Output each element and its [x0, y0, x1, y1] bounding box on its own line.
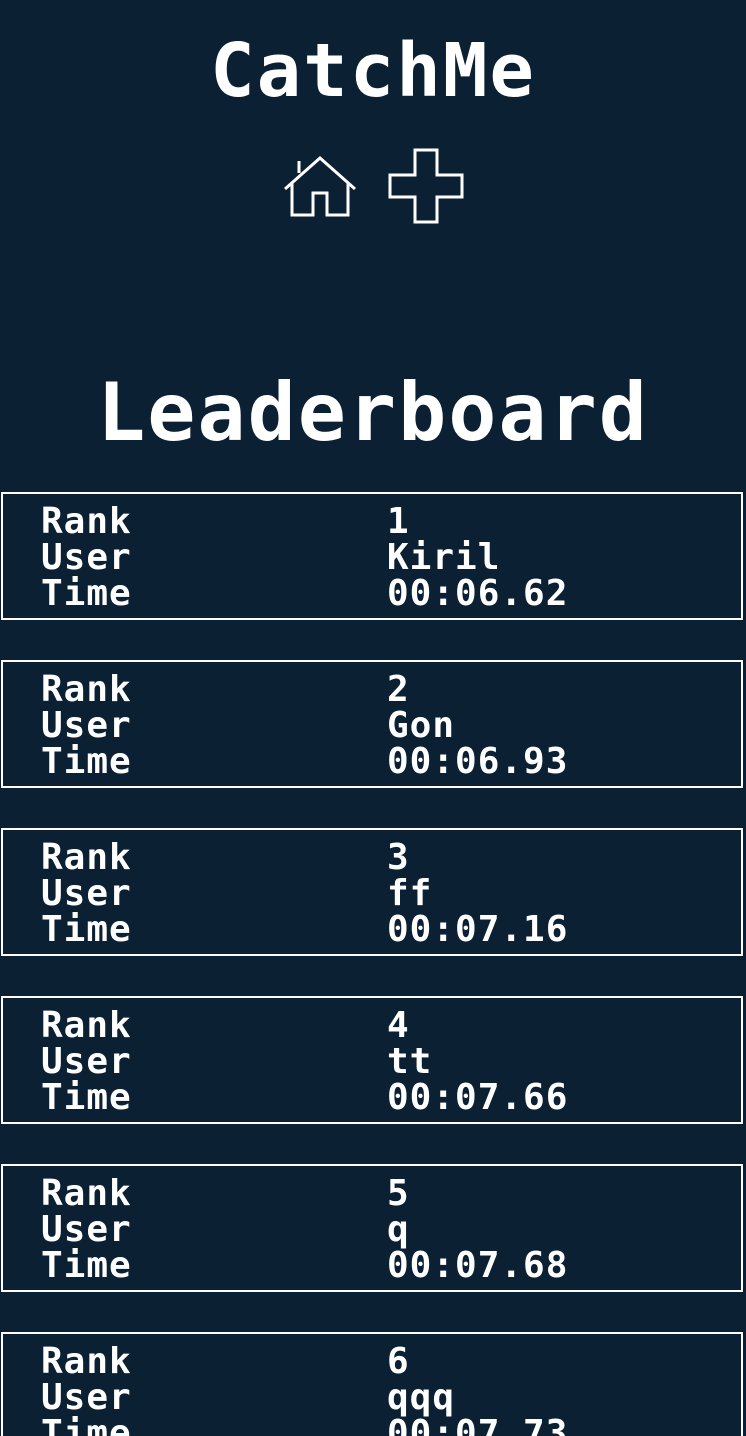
user-value: ff [387, 873, 433, 914]
rank-value: 2 [387, 669, 410, 710]
rank-value: 3 [387, 837, 410, 878]
rank-row: Rank 4 [3, 1008, 741, 1044]
time-value: 00:07.73 [387, 1413, 569, 1436]
user-row: User Kiril [3, 540, 741, 576]
user-value: q [387, 1209, 410, 1250]
time-row: Time 00:06.93 [3, 744, 741, 780]
time-label: Time [41, 909, 132, 950]
time-label: Time [41, 1245, 132, 1286]
leaderboard-entry: Rank 6 User qqq Time 00:07.73 [1, 1332, 743, 1436]
time-value: 00:06.93 [387, 741, 569, 782]
time-row: Time 00:07.73 [3, 1416, 741, 1436]
time-value: 00:06.62 [387, 573, 569, 614]
user-label: User [41, 873, 132, 914]
rank-value: 5 [387, 1173, 410, 1214]
time-row: Time 00:06.62 [3, 576, 741, 612]
rank-label: Rank [41, 837, 132, 878]
leaderboard-entry: Rank 1 User Kiril Time 00:06.62 [1, 492, 743, 620]
time-value: 00:07.16 [387, 909, 569, 950]
plus-icon [388, 148, 464, 224]
user-row: User tt [3, 1044, 741, 1080]
time-label: Time [41, 741, 132, 782]
page-title: Leaderboard [97, 366, 649, 459]
time-label: Time [41, 1077, 132, 1118]
rank-row: Rank 6 [3, 1344, 741, 1380]
leaderboard-page: CatchMe Leaderboard Rank 1 User Kiril Ti [0, 0, 746, 1436]
user-row: User Gon [3, 708, 741, 744]
time-row: Time 00:07.16 [3, 912, 741, 948]
home-icon [284, 155, 356, 217]
rank-value: 6 [387, 1341, 410, 1382]
user-value: qqq [387, 1377, 456, 1418]
leaderboard-entry: Rank 3 User ff Time 00:07.16 [1, 828, 743, 956]
rank-row: Rank 3 [3, 840, 741, 876]
time-row: Time 00:07.68 [3, 1248, 741, 1284]
time-value: 00:07.66 [387, 1077, 569, 1118]
rank-value: 4 [387, 1005, 410, 1046]
user-label: User [41, 705, 132, 746]
user-row: User q [3, 1212, 741, 1248]
user-row: User qqq [3, 1380, 741, 1416]
user-label: User [41, 1209, 132, 1250]
user-label: User [41, 1041, 132, 1082]
add-button[interactable] [388, 148, 464, 224]
user-value: Gon [387, 705, 456, 746]
leaderboard-entry: Rank 2 User Gon Time 00:06.93 [1, 660, 743, 788]
time-label: Time [41, 573, 132, 614]
nav-bar [0, 148, 746, 224]
home-button[interactable] [282, 148, 358, 224]
rank-label: Rank [41, 669, 132, 710]
rank-label: Rank [41, 501, 132, 542]
rank-row: Rank 5 [3, 1176, 741, 1212]
user-value: tt [387, 1041, 433, 1082]
user-label: User [41, 537, 132, 578]
rank-value: 1 [387, 501, 410, 542]
leaderboard-list: Rank 1 User Kiril Time 00:06.62 Rank 2 U… [0, 492, 746, 1436]
user-value: Kiril [387, 537, 501, 578]
time-label: Time [41, 1413, 132, 1436]
rank-label: Rank [41, 1005, 132, 1046]
time-row: Time 00:07.66 [3, 1080, 741, 1116]
rank-row: Rank 2 [3, 672, 741, 708]
leaderboard-entry: Rank 5 User q Time 00:07.68 [1, 1164, 743, 1292]
user-row: User ff [3, 876, 741, 912]
rank-row: Rank 1 [3, 504, 741, 540]
time-value: 00:07.68 [387, 1245, 569, 1286]
user-label: User [41, 1377, 132, 1418]
leaderboard-entry: Rank 4 User tt Time 00:07.66 [1, 996, 743, 1124]
rank-label: Rank [41, 1341, 132, 1382]
app-title: CatchMe [210, 28, 536, 114]
rank-label: Rank [41, 1173, 132, 1214]
